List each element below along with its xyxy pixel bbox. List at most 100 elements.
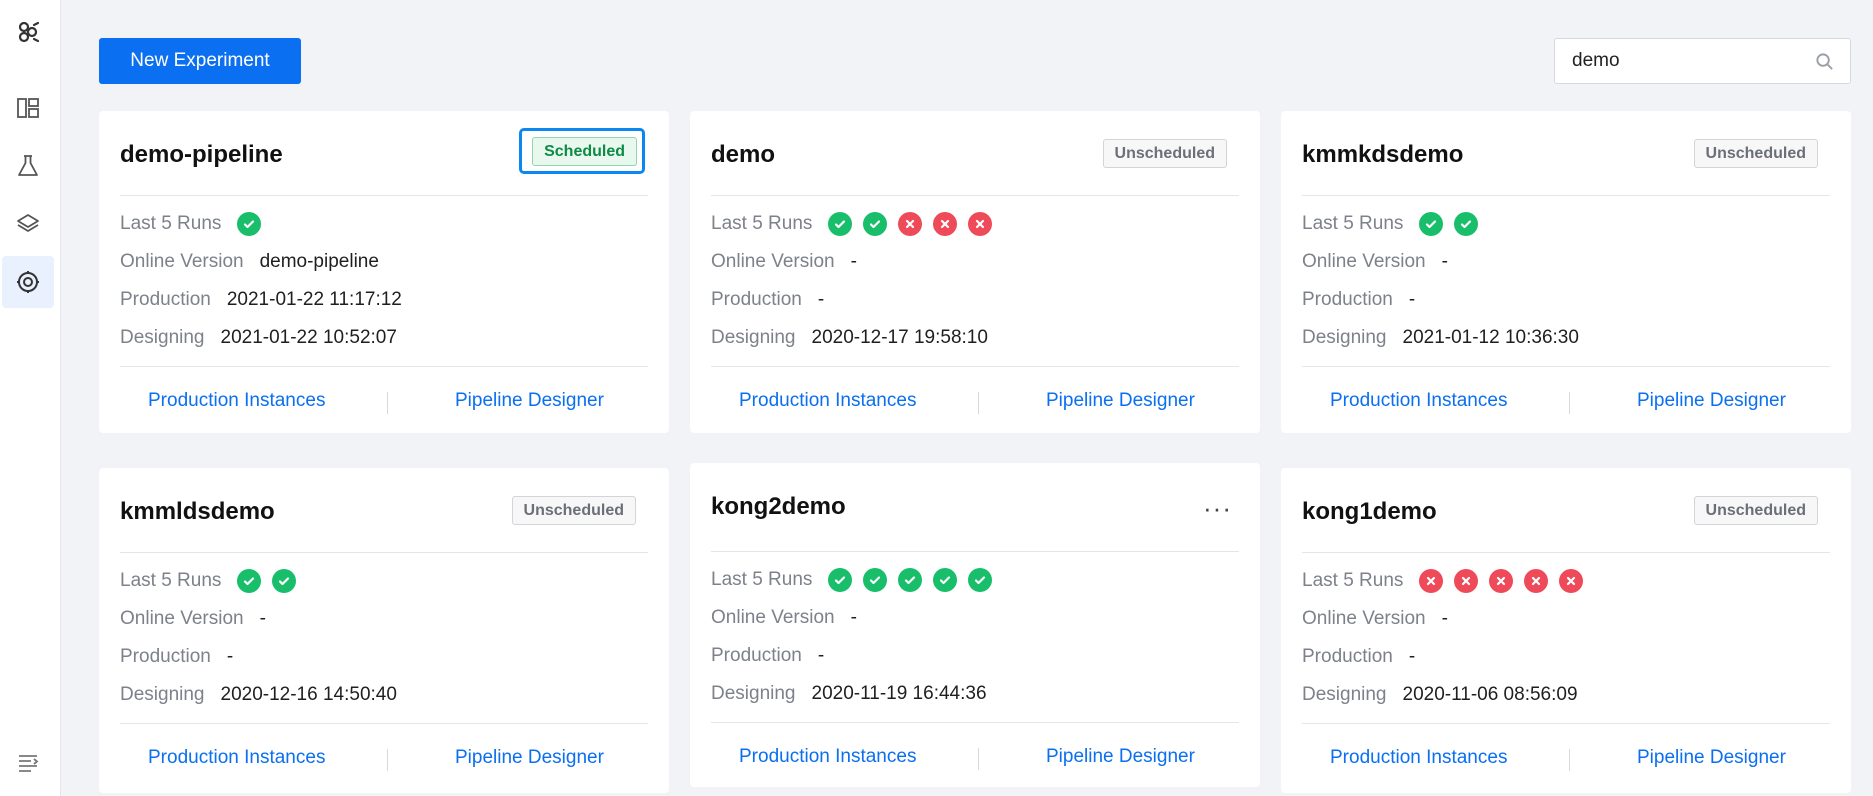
production-instances-link[interactable]: Production Instances [1330,390,1507,412]
production-instances-link[interactable]: Production Instances [148,390,325,412]
designing-label: Designing [1302,684,1387,705]
run-success-icon[interactable] [1454,212,1479,236]
designing-row: Designing 2021-01-22 10:52:07 [120,323,397,353]
designing-value: 2020-12-17 19:58:10 [811,327,988,348]
online-version-row: Online Version demo-pipeline [120,247,379,277]
pipeline-designer-link[interactable]: Pipeline Designer [1046,746,1195,768]
run-failure-icon[interactable] [1454,569,1479,593]
last-runs-row: Last 5 Runs [711,209,1003,239]
run-success-icon[interactable] [863,568,888,592]
run-failure-icon[interactable] [1524,569,1549,593]
designing-value: 2021-01-22 10:52:07 [220,327,397,348]
run-failure-icon[interactable] [968,212,993,236]
pipeline-designer-link[interactable]: Pipeline Designer [455,390,604,412]
logo-icon[interactable] [2,6,54,58]
online-version-row: Online Version - [711,603,857,633]
card-divider [1302,195,1830,196]
status-badge[interactable]: Unscheduled [511,496,636,525]
run-status-list [1419,569,1594,593]
run-success-icon[interactable] [968,568,993,592]
card-footer-divider [120,723,648,724]
run-success-icon[interactable] [863,212,888,236]
designing-value: 2021-01-12 10:36:30 [1402,327,1579,348]
run-failure-icon[interactable] [1419,569,1444,593]
footer-separator [387,749,388,771]
production-instances-link[interactable]: Production Instances [1330,747,1507,769]
designing-row: Designing 2020-12-17 19:58:10 [711,323,988,353]
status-badge[interactable]: Unscheduled [1693,496,1818,525]
status-badge[interactable]: Unscheduled [1102,139,1227,168]
pipeline-settings-icon[interactable] [2,256,54,308]
card-footer-divider [1302,723,1830,724]
online-version-row: Online Version - [1302,247,1448,277]
designing-row: Designing 2021-01-12 10:36:30 [1302,323,1579,353]
online-version-label: Online Version [711,251,835,272]
run-success-icon[interactable] [828,212,853,236]
sidebar [0,0,61,796]
card-title[interactable]: kmmldsdemo [120,498,275,526]
online-version-value: - [1441,251,1448,272]
search-input[interactable] [1555,41,1805,81]
online-version-row: Online Version - [1302,604,1448,634]
production-value: - [226,646,234,667]
designing-value: 2020-11-06 08:56:09 [1402,684,1578,705]
production-label: Production [1302,289,1393,310]
last-runs-row: Last 5 Runs [1302,566,1594,596]
run-success-icon[interactable] [933,568,958,592]
run-failure-icon[interactable] [1489,569,1514,593]
run-failure-icon[interactable] [933,212,958,236]
designing-row: Designing 2020-11-19 16:44:36 [711,679,987,709]
card-title[interactable]: kong1demo [1302,498,1437,526]
run-failure-icon[interactable] [898,212,923,236]
production-instances-link[interactable]: Production Instances [739,746,916,768]
card-title[interactable]: kong2demo [711,493,846,521]
card-footer-divider [1302,366,1830,367]
production-label: Production [1302,646,1393,667]
search-icon[interactable] [1815,52,1834,71]
experiment-card: demo Unscheduled Last 5 Runs Online Version… [690,111,1260,433]
last-runs-label: Last 5 Runs [1302,213,1404,234]
run-success-icon[interactable] [1419,212,1444,236]
card-footer-divider [711,722,1239,723]
last-runs-row: Last 5 Runs [1302,209,1489,239]
more-options-icon[interactable]: ··· [1203,495,1232,521]
production-value: - [817,289,825,310]
flask-icon[interactable] [2,140,54,192]
card-footer-divider [711,366,1239,367]
footer-separator [387,392,388,414]
last-runs-row: Last 5 Runs [120,209,272,239]
designing-label: Designing [120,684,205,705]
layers-icon[interactable] [2,198,54,250]
card-title[interactable]: kmmkdsdemo [1302,141,1463,169]
run-success-icon[interactable] [272,569,297,593]
designing-row: Designing 2020-12-16 14:50:40 [120,680,397,710]
footer-separator [978,392,979,414]
designing-label: Designing [711,683,796,704]
collapse-menu-icon[interactable] [2,736,54,788]
run-success-icon[interactable] [828,568,853,592]
last-runs-row: Last 5 Runs [711,565,1003,595]
search-box [1554,38,1851,84]
dashboard-icon[interactable] [2,82,54,134]
production-instances-link[interactable]: Production Instances [148,747,325,769]
production-label: Production [120,289,211,310]
new-experiment-button[interactable]: New Experiment [99,38,301,84]
run-success-icon[interactable] [898,568,923,592]
pipeline-designer-link[interactable]: Pipeline Designer [455,747,604,769]
card-title[interactable]: demo [711,141,775,169]
run-success-icon[interactable] [237,212,262,236]
pipeline-designer-link[interactable]: Pipeline Designer [1637,390,1786,412]
status-badge[interactable]: Unscheduled [1693,139,1818,168]
status-badge[interactable]: Scheduled [532,137,637,166]
card-title[interactable]: demo-pipeline [120,141,283,169]
footer-separator [1569,749,1570,771]
online-version-row: Online Version - [711,247,857,277]
production-row: Production - [1302,642,1415,672]
production-label: Production [711,645,802,666]
pipeline-designer-link[interactable]: Pipeline Designer [1637,747,1786,769]
run-failure-icon[interactable] [1559,569,1584,593]
production-instances-link[interactable]: Production Instances [739,390,916,412]
run-success-icon[interactable] [237,569,262,593]
online-version-label: Online Version [1302,251,1426,272]
pipeline-designer-link[interactable]: Pipeline Designer [1046,390,1195,412]
